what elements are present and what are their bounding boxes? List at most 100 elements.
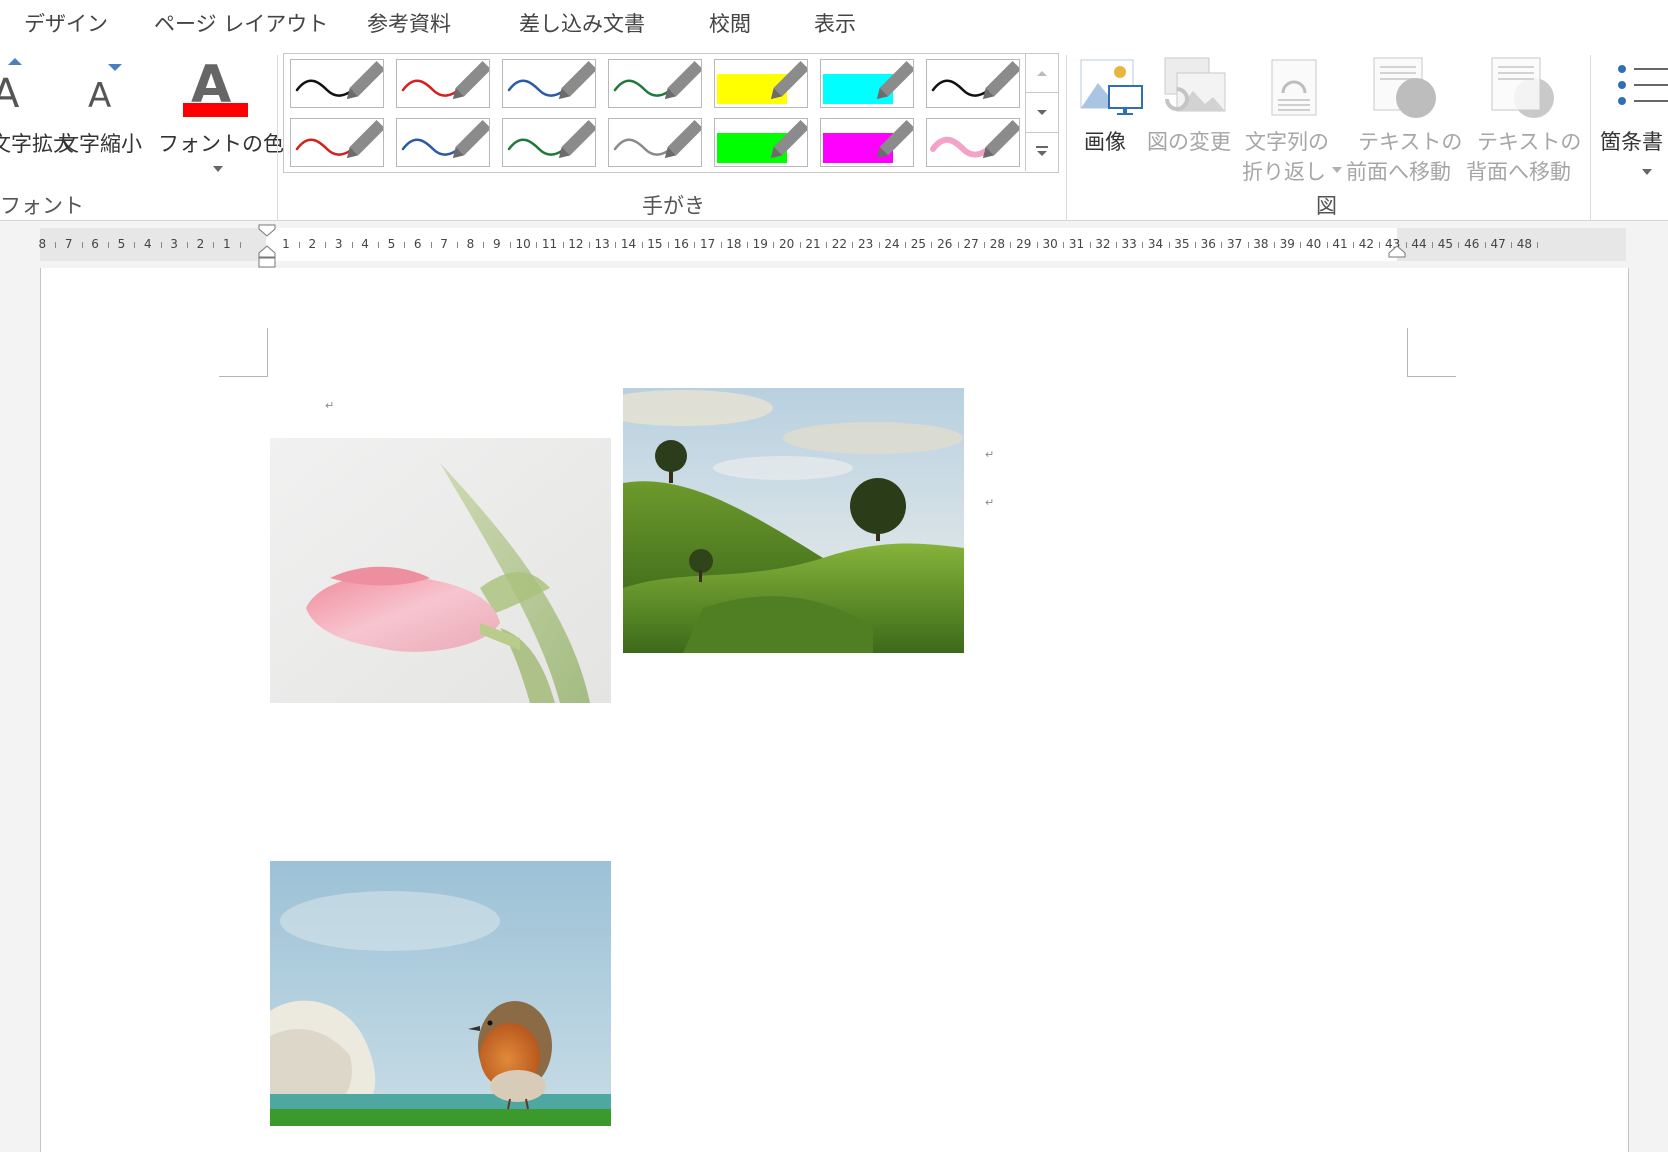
tab-page-layout[interactable]: ページ レイアウト [154, 8, 328, 38]
ruler-number: 46 [1464, 237, 1480, 251]
pen-style-14[interactable] [926, 118, 1020, 167]
ruler-number: 48 [1516, 237, 1533, 251]
divider [1066, 55, 1067, 220]
tab-design[interactable]: デザイン [24, 8, 108, 38]
gallery-scroll-down-button[interactable] [1026, 92, 1058, 133]
document-page[interactable]: ↵ ↵ ↵ [40, 268, 1629, 1152]
ruler-number: 13 [594, 237, 610, 251]
pen-style-2[interactable] [396, 59, 490, 108]
ruler-number: 6 [413, 237, 422, 251]
pen-icon [507, 60, 595, 100]
ruler-number: 7 [440, 237, 448, 251]
wrap-text-icon [1271, 59, 1317, 116]
ink-group-label: 手がき [642, 194, 705, 218]
image-icon [1080, 59, 1143, 115]
ruler-number: 24 [884, 237, 900, 251]
shrink-font-icon: A [88, 64, 122, 115]
pen-style-4[interactable] [608, 59, 702, 108]
ribbon: A 文字拡大 A 文字縮小 A フォントの色 フォント 手がき 画像 図の変更 … [0, 50, 1668, 221]
tab-view[interactable]: 表示 [814, 8, 856, 38]
ruler-number: 42 [1358, 237, 1374, 251]
chevron-down-icon[interactable] [1642, 169, 1652, 175]
pen-style-3[interactable] [502, 59, 596, 108]
ruler-number: 31 [1068, 237, 1085, 251]
pen-style-13[interactable] [820, 118, 914, 167]
tulip-photo[interactable] [270, 438, 611, 703]
ruler-number: 3 [334, 237, 343, 251]
shrink-font-button[interactable]: A 文字縮小 [58, 55, 158, 165]
pen-icon [295, 60, 383, 100]
bullets-label: 箇条書 [1600, 130, 1663, 154]
first-line-indent-marker[interactable] [258, 224, 276, 238]
ruler-number: 28 [989, 237, 1006, 251]
ruler-number: 11 [541, 237, 558, 251]
ruler-number: 38 [1253, 237, 1269, 251]
font-color-button[interactable]: A フォントの色 [158, 52, 284, 182]
pen-icon [401, 119, 489, 159]
tab-references[interactable]: 参考資料 [367, 8, 451, 38]
chevron-down-icon[interactable] [213, 166, 223, 172]
ruler-number: 26 [937, 237, 953, 251]
gallery-scroll-up-button[interactable] [1026, 53, 1058, 92]
ruler-number: 32 [1095, 237, 1111, 251]
wrap-text-button[interactable]: 文字列の 折り返し [1242, 55, 1345, 185]
bring-forward-button[interactable]: テキストの 前面へ移動 [1346, 55, 1464, 185]
crop-mark-top-right [1407, 328, 1456, 377]
ruler-number: 34 [1147, 237, 1164, 251]
grow-font-button[interactable]: A 文字拡大 [0, 55, 74, 165]
figure-group-label: 図 [1316, 194, 1337, 218]
pen-style-1[interactable] [290, 59, 384, 108]
ruler-number: 33 [1121, 237, 1137, 251]
bullets-button[interactable]: 箇条書 [1596, 55, 1668, 185]
hills-photo[interactable] [623, 388, 964, 653]
chevron-down-icon[interactable] [1332, 167, 1342, 173]
ruler-number: 35 [1174, 237, 1190, 251]
ruler-tick [239, 242, 241, 248]
change-image-button[interactable]: 図の変更 [1147, 55, 1242, 155]
ruler-number: 3 [170, 237, 178, 251]
ruler-number: 15 [647, 237, 663, 251]
ruler-number: 7 [64, 237, 73, 251]
ruler-number: 45 [1437, 237, 1454, 251]
ruler-tick [1537, 242, 1539, 248]
gallery-more-button[interactable] [1026, 132, 1058, 171]
pen-style-9[interactable] [396, 118, 490, 167]
change-image-icon [1164, 57, 1226, 112]
pen-style-8[interactable] [290, 118, 384, 167]
tab-review[interactable]: 校閲 [709, 8, 751, 38]
pen-style-10[interactable] [502, 118, 596, 167]
svg-text:A: A [88, 76, 111, 115]
robin-photo[interactable] [270, 861, 611, 1126]
pen-style-11[interactable] [608, 118, 702, 167]
ruler-number: 17 [699, 237, 716, 251]
ruler-number: 4 [143, 237, 152, 251]
right-indent-marker[interactable] [1388, 245, 1406, 261]
pen-style-5[interactable] [714, 59, 808, 108]
wrap-text-label-1: 文字列の [1245, 130, 1329, 154]
pen-icon [401, 60, 489, 100]
pen-style-6[interactable] [820, 59, 914, 108]
pen-style-7[interactable] [926, 59, 1020, 108]
ruler-number: 20 [779, 237, 795, 251]
highlighter-icon [717, 119, 807, 163]
ruler-number: 12 [568, 237, 584, 251]
wrap-text-label-2: 折り返し [1242, 160, 1326, 184]
ruler-number: 2 [308, 237, 317, 251]
ruler-number: 36 [1200, 237, 1216, 251]
font-color-label: フォントの色 [158, 132, 284, 156]
change-image-label: 図の変更 [1147, 130, 1231, 154]
image-button[interactable]: 画像 [1076, 55, 1146, 155]
send-backward-label-2: 背面へ移動 [1466, 160, 1571, 184]
tab-mailings[interactable]: 差し込み文書 [519, 8, 645, 38]
image-label: 画像 [1084, 130, 1126, 154]
ruler-number: 6 [91, 237, 99, 251]
ruler-number: 44 [1411, 237, 1427, 251]
bring-forward-label-2: 前面へ移動 [1346, 160, 1451, 184]
send-backward-icon [1491, 57, 1554, 118]
ruler-number: 8 [466, 237, 475, 251]
ruler-number: 37 [1226, 237, 1243, 251]
send-backward-button[interactable]: テキストの 背面へ移動 [1466, 55, 1584, 185]
divider [1590, 55, 1591, 220]
pen-style-12[interactable] [714, 118, 808, 167]
horizontal-ruler[interactable]: 8 7 6 5 4 3 2 1 1 2 3 4 5 6 7 8 9 10 11 12 13 14 15 16 17 18 19 20 2… [39, 224, 1626, 268]
